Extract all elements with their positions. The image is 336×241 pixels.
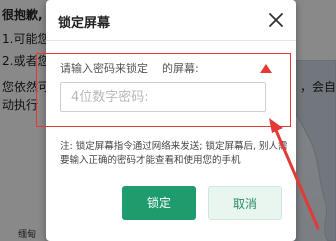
annotation-arrow-head	[269, 118, 283, 133]
annotation-arrow	[260, 64, 320, 230]
annotation-arrow-shaft	[273, 126, 320, 230]
triangle-up-icon	[260, 64, 272, 73]
